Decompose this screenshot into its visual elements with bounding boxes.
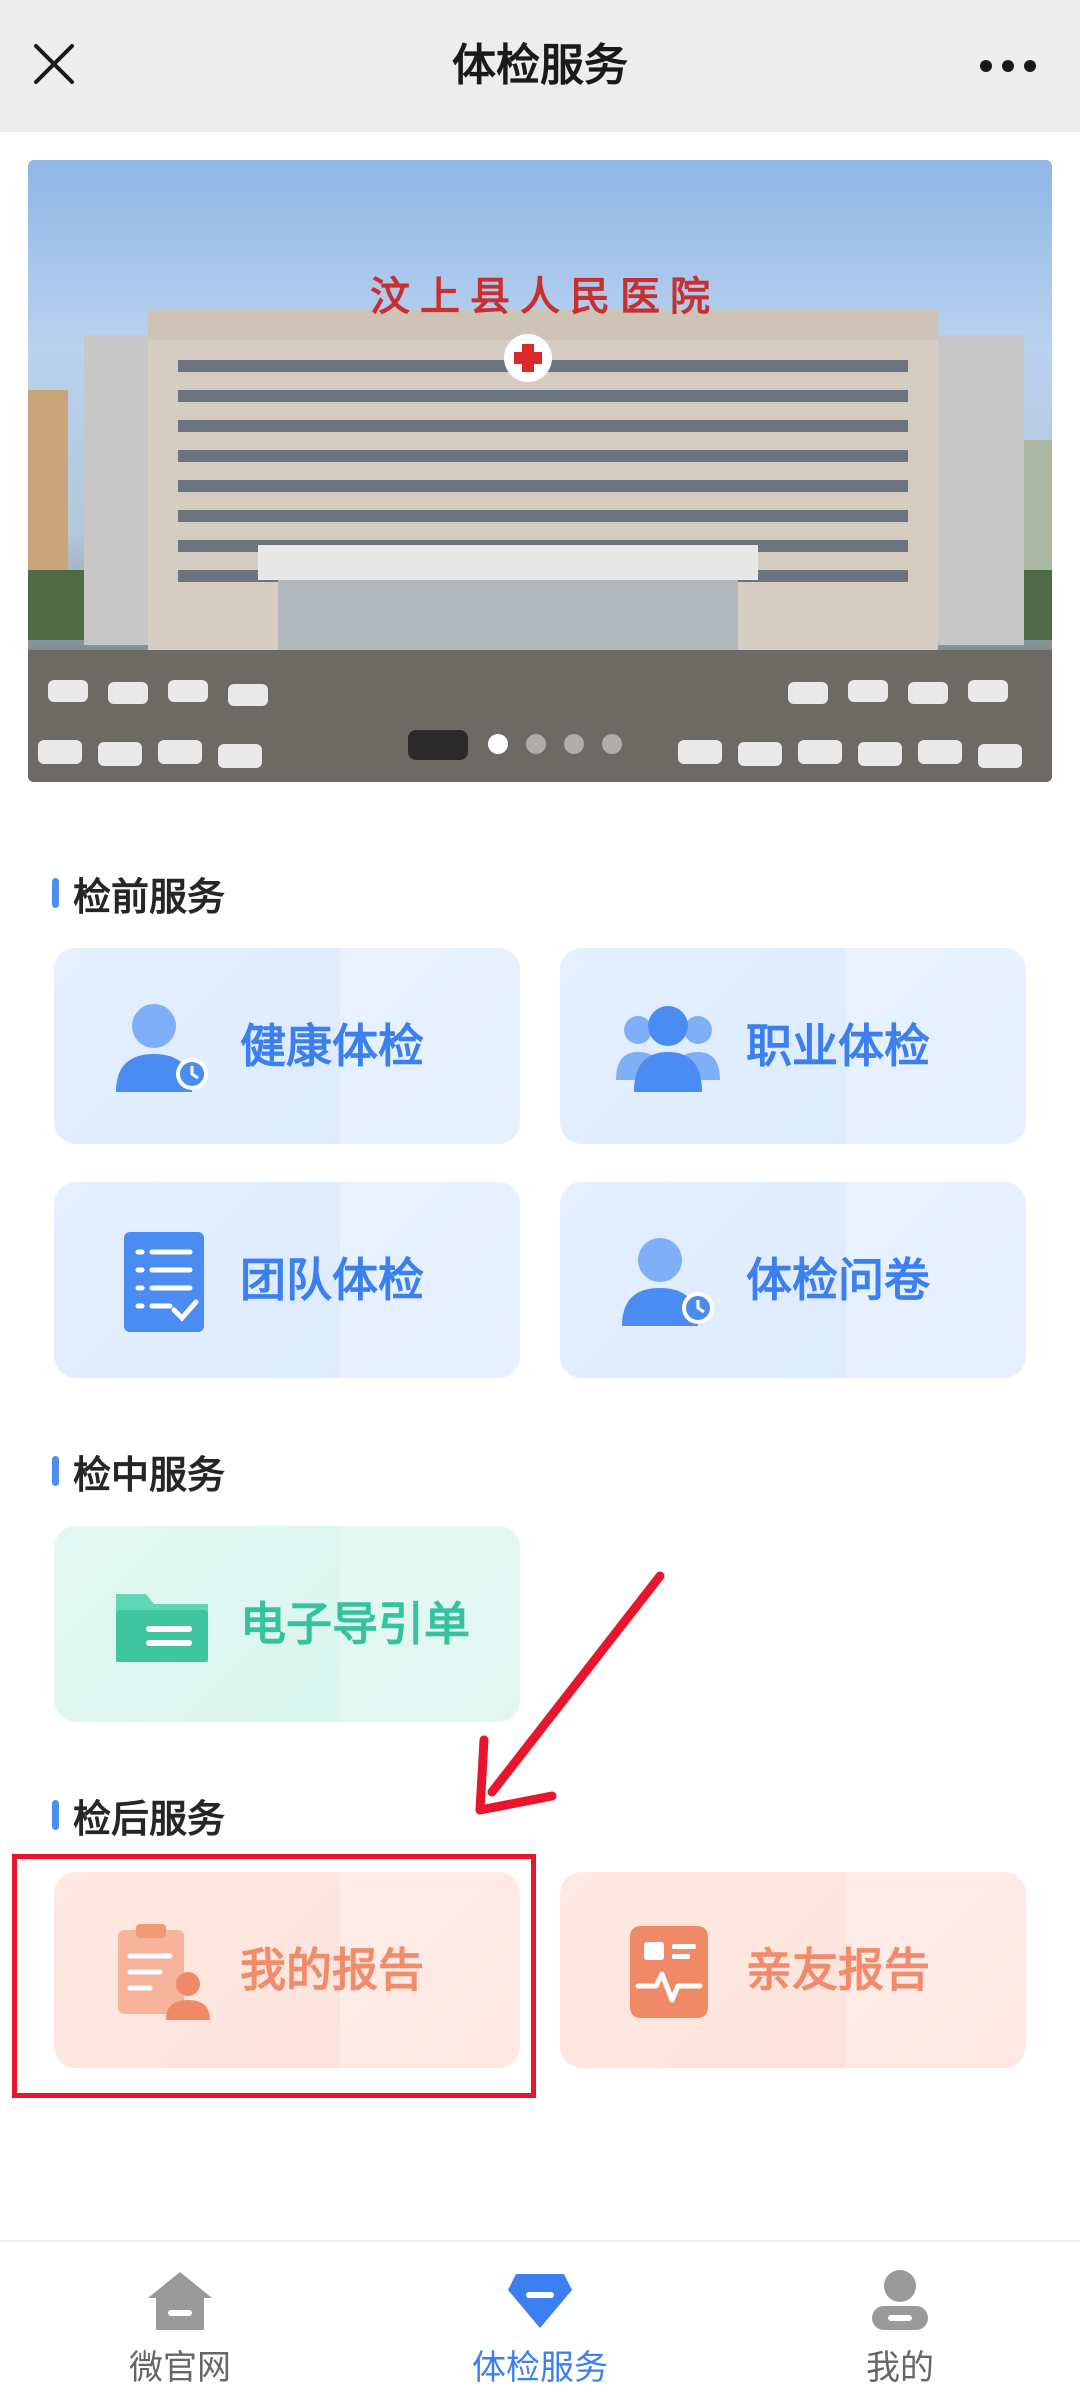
tile-electronic-guide[interactable]: 电子导引单 bbox=[54, 1526, 520, 1722]
section-accent-bar bbox=[52, 1456, 59, 1486]
bottom-tab-bar: 微官网 体检服务 我的 bbox=[0, 2240, 1080, 2402]
carousel-dot[interactable] bbox=[564, 734, 584, 754]
page-title: 体检服务 bbox=[452, 40, 628, 91]
tile-label: 健康体检 bbox=[240, 1019, 424, 1073]
section-header-post-exam: 检后服务 bbox=[52, 1790, 226, 1841]
section-title: 检后服务 bbox=[73, 1796, 226, 1841]
carousel-dot[interactable] bbox=[488, 734, 508, 754]
tile-family-report[interactable]: 亲友报告 bbox=[560, 1872, 1026, 2068]
person-clock-icon bbox=[622, 1238, 714, 1326]
tile-checkup-questionnaire[interactable]: 体检问卷 bbox=[560, 1182, 1026, 1378]
more-dots-icon bbox=[980, 60, 1036, 72]
tile-label: 职业体检 bbox=[746, 1019, 930, 1073]
tile-label: 电子导引单 bbox=[240, 1597, 470, 1651]
tile-label: 团队体检 bbox=[240, 1253, 424, 1307]
tile-team-checkup[interactable]: 团队体检 bbox=[54, 1182, 520, 1378]
close-icon bbox=[34, 44, 74, 84]
folder-icon bbox=[116, 1594, 208, 1662]
user-icon bbox=[872, 2270, 928, 2330]
top-nav-bar: 体检服务 bbox=[0, 0, 1080, 132]
tile-label: 体检问卷 bbox=[746, 1253, 930, 1307]
annotation-arrow bbox=[475, 1571, 665, 1815]
more-button[interactable] bbox=[960, 34, 1056, 98]
tab-label: 体检服务 bbox=[472, 2348, 608, 2388]
person-clock-icon bbox=[116, 1004, 208, 1092]
carousel-indicator bbox=[28, 734, 1052, 754]
tab-home[interactable]: 微官网 bbox=[60, 2242, 300, 2402]
health-report-icon bbox=[630, 1926, 708, 2018]
section-accent-bar bbox=[52, 878, 59, 908]
carousel-dot[interactable] bbox=[602, 734, 622, 754]
section-title: 检中服务 bbox=[73, 1452, 226, 1497]
checklist-icon bbox=[124, 1232, 204, 1332]
tile-label: 亲友报告 bbox=[746, 1943, 930, 1997]
section-header-during-exam: 检中服务 bbox=[52, 1446, 226, 1497]
hospital-sign-text: 汶 上 县 人 民 医 院 bbox=[370, 274, 710, 319]
carousel-dot[interactable] bbox=[526, 734, 546, 754]
tab-label: 我的 bbox=[866, 2348, 934, 2388]
home-icon bbox=[148, 2272, 212, 2330]
tab-mine[interactable]: 我的 bbox=[780, 2242, 1020, 2402]
close-button[interactable] bbox=[24, 34, 84, 94]
checkup-icon bbox=[508, 2274, 572, 2328]
section-title: 检前服务 bbox=[73, 874, 226, 919]
group-users-icon bbox=[616, 1006, 720, 1092]
hospital-building-photo: 汶 上 县 人 民 医 院 bbox=[28, 274, 1052, 782]
hospital-banner[interactable]: 汶 上 县 人 民 医 院 bbox=[28, 160, 1052, 782]
tile-occupational-checkup[interactable]: 职业体检 bbox=[560, 948, 1026, 1144]
tab-checkup-service[interactable]: 体检服务 bbox=[420, 2242, 660, 2402]
tile-health-checkup[interactable]: 健康体检 bbox=[54, 948, 520, 1144]
section-header-pre-exam: 检前服务 bbox=[52, 868, 226, 919]
tab-label: 微官网 bbox=[129, 2348, 231, 2388]
page: 体检服务 汶 上 县 人 民 医 院 检前服务 健康体检 职业体检 团队体检 体… bbox=[0, 0, 1080, 2402]
annotation-highlight-box bbox=[12, 1854, 536, 2098]
section-accent-bar bbox=[52, 1800, 59, 1830]
